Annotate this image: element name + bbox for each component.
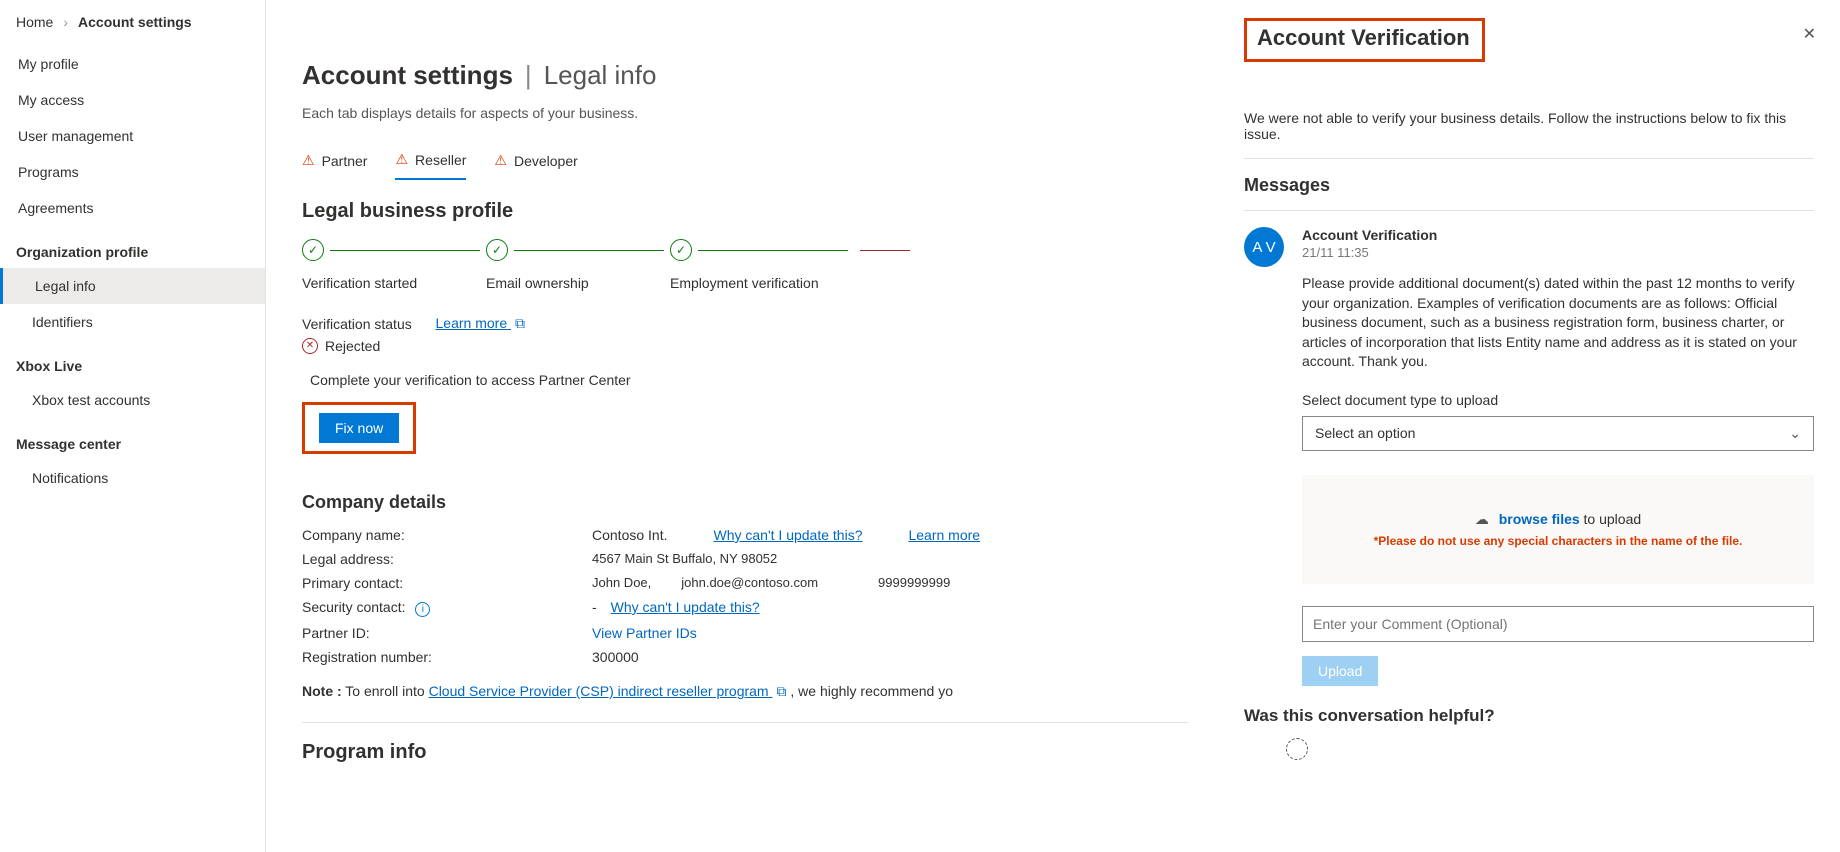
warning-icon: ⚠	[494, 152, 507, 169]
legal-business-profile-header: Legal business profile	[302, 200, 1188, 223]
fix-now-highlight: Fix now	[302, 402, 416, 454]
sidebar-header-xbox: Xbox Live	[0, 348, 265, 382]
cloud-upload-icon: ☁	[1475, 511, 1489, 527]
document-type-select[interactable]: Select an option ⌄	[1302, 416, 1814, 451]
main-content: Account settings | Legal info Each tab d…	[266, 0, 1224, 852]
panel-title: Account Verification	[1257, 25, 1470, 51]
file-dropzone[interactable]: ☁ browse files to upload *Please do not …	[1302, 475, 1814, 584]
external-link-icon: ⧉	[515, 315, 525, 332]
check-icon: ✓	[670, 239, 692, 261]
browse-files-link[interactable]: browse files	[1499, 511, 1580, 527]
sidebar-header-org-profile: Organization profile	[0, 234, 265, 268]
tab-developer[interactable]: ⚠ Developer	[494, 145, 577, 180]
document-type-label: Select document type to upload	[1302, 392, 1814, 408]
registration-number-label: Registration number:	[302, 649, 572, 665]
contact-name: John Doe,	[592, 575, 651, 590]
message-text: Please provide additional document(s) da…	[1302, 274, 1814, 372]
tab-reseller[interactable]: ⚠ Reseller	[395, 145, 466, 180]
warning-icon: ⚠	[395, 151, 408, 168]
program-info-header: Program info	[302, 741, 1188, 764]
legal-address-value: 4567 Main St Buffalo, NY 98052	[592, 551, 1188, 566]
helpful-question: Was this conversation helpful?	[1244, 706, 1814, 726]
breadcrumb: Home › Account settings	[16, 14, 192, 30]
upload-warning: *Please do not use any special character…	[1312, 534, 1804, 548]
panel-desc: We were not able to verify your business…	[1244, 110, 1814, 142]
upload-button[interactable]: Upload	[1302, 656, 1378, 686]
avatar: A V	[1244, 227, 1284, 267]
why-cant-update-link[interactable]: Why can't I update this?	[714, 527, 863, 543]
rejected-icon: ✕	[302, 338, 318, 354]
fix-now-button[interactable]: Fix now	[319, 413, 399, 443]
helpful-section: Was this conversation helpful?	[1244, 706, 1814, 760]
account-verification-panel: ✕ Account Verification We were not able …	[1224, 0, 1840, 852]
sidebar-item-identifiers[interactable]: Identifiers	[0, 304, 265, 340]
registration-number-value: 300000	[592, 649, 1188, 665]
smiley-icon[interactable]	[1286, 738, 1308, 760]
chevron-down-icon: ⌄	[1789, 425, 1801, 442]
csp-program-link[interactable]: Cloud Service Provider (CSP) indirect re…	[429, 683, 787, 699]
step-label-employment: Employment verification	[670, 275, 819, 291]
close-icon[interactable]: ✕	[1803, 24, 1816, 44]
verification-stepper: ✓ Verification started ✓ Email ownership…	[302, 239, 1188, 291]
security-contact-label: Security contact: i	[302, 599, 572, 617]
breadcrumb-current: Account settings	[78, 14, 192, 30]
security-contact-value: -	[592, 599, 597, 615]
sidebar-item-agreements[interactable]: Agreements	[0, 190, 265, 226]
company-details-header: Company details	[302, 492, 1188, 513]
sidebar-item-legal-info[interactable]: Legal info	[0, 268, 265, 304]
sidebar-item-programs[interactable]: Programs	[0, 154, 265, 190]
sidebar-item-notifications[interactable]: Notifications	[0, 460, 265, 496]
external-link-icon: ⧉	[776, 683, 786, 700]
contact-phone: 9999999999	[878, 575, 950, 590]
contact-email: john.doe@contoso.com	[681, 575, 818, 590]
message-item: A V Account Verification 21/11 11:35 Ple…	[1244, 227, 1814, 686]
sidebar: My profile My access User management Pro…	[0, 0, 266, 852]
info-icon[interactable]: i	[415, 602, 430, 617]
chevron-right-icon: ›	[63, 14, 68, 30]
message-time: 21/11 11:35	[1302, 245, 1814, 260]
breadcrumb-home[interactable]: Home	[16, 14, 53, 30]
why-cant-update-link[interactable]: Why can't I update this?	[611, 599, 760, 615]
page-title: Account settings | Legal info	[302, 60, 1188, 91]
check-icon: ✓	[486, 239, 508, 261]
warning-icon: ⚠	[302, 152, 315, 169]
panel-title-highlight: Account Verification	[1244, 18, 1485, 62]
partner-id-label: Partner ID:	[302, 625, 572, 641]
tabs: ⚠ Partner ⚠ Reseller ⚠ Developer	[302, 145, 1188, 180]
messages-header: Messages	[1244, 175, 1814, 196]
primary-contact-label: Primary contact:	[302, 575, 572, 591]
select-placeholder: Select an option	[1315, 425, 1415, 441]
step-label-email: Email ownership	[486, 275, 589, 291]
legal-address-label: Legal address:	[302, 551, 572, 567]
company-name-value: Contoso Int.	[592, 527, 668, 543]
view-partner-ids-link[interactable]: View Partner IDs	[592, 625, 697, 641]
sidebar-item-xbox-test[interactable]: Xbox test accounts	[0, 382, 265, 418]
step-label-started: Verification started	[302, 275, 417, 291]
enrollment-note: Note : To enroll into Cloud Service Prov…	[302, 683, 1188, 700]
tab-partner[interactable]: ⚠ Partner	[302, 145, 367, 180]
comment-input[interactable]	[1302, 606, 1814, 642]
sidebar-item-my-profile[interactable]: My profile	[0, 46, 265, 82]
rejected-label: Rejected	[325, 338, 380, 354]
learn-more-link[interactable]: Learn more	[908, 527, 980, 543]
verification-status-label: Verification status	[302, 316, 412, 332]
message-sender: Account Verification	[1302, 227, 1814, 243]
sidebar-item-user-management[interactable]: User management	[0, 118, 265, 154]
company-name-label: Company name:	[302, 527, 572, 543]
learn-more-link[interactable]: Learn more ⧉	[436, 315, 525, 332]
check-icon: ✓	[302, 239, 324, 261]
page-desc: Each tab displays details for aspects of…	[302, 105, 1188, 121]
sidebar-header-message-center: Message center	[0, 426, 265, 460]
company-details: Company details Company name: Contoso In…	[302, 492, 1188, 700]
sidebar-item-my-access[interactable]: My access	[0, 82, 265, 118]
complete-verification-text: Complete your verification to access Par…	[310, 372, 1188, 388]
